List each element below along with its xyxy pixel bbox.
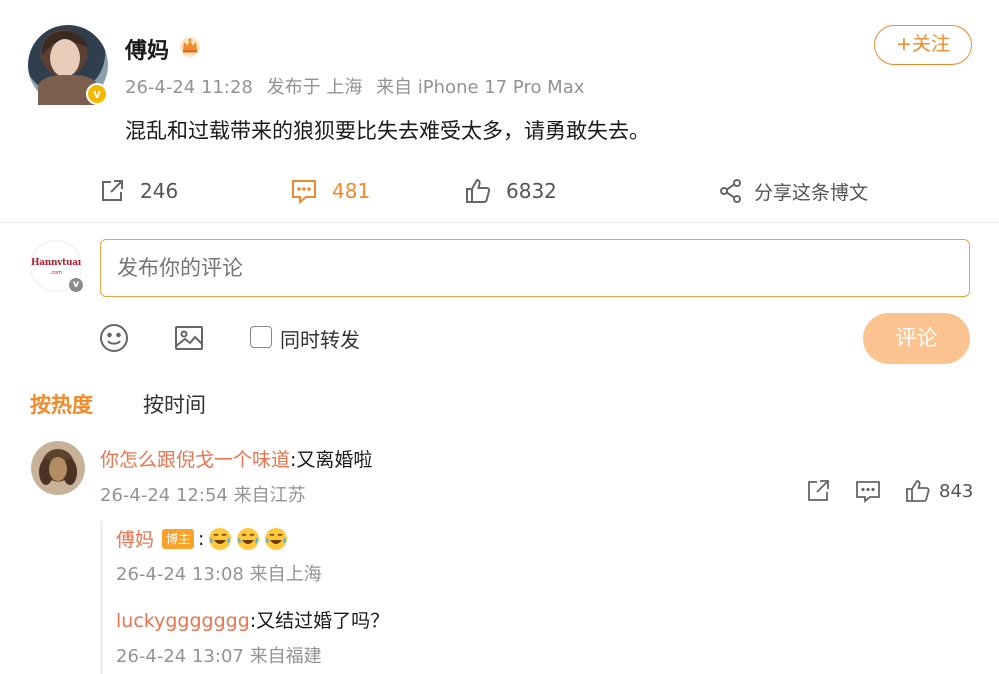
- user-badge-icon: v: [67, 276, 85, 294]
- host-badge: 博主: [162, 528, 195, 549]
- reply-separator: :: [198, 527, 205, 550]
- like-button[interactable]: 6832: [464, 176, 557, 206]
- submit-comment-button[interactable]: 评论: [863, 313, 970, 364]
- comment-meta: 26-4-24 12:54 来自江苏: [100, 481, 306, 507]
- divider: [0, 222, 999, 223]
- repost-icon: [102, 180, 123, 201]
- source-prefix: 来自: [376, 77, 413, 98]
- post-device: iPhone 17 Pro Max: [417, 77, 585, 98]
- reply-text: 又结过婚了吗？: [256, 610, 390, 632]
- image-icon[interactable]: [173, 322, 205, 354]
- reply-line: luckyggggggg:又结过婚了吗？: [116, 606, 389, 633]
- comment-repost-icon[interactable]: [805, 478, 831, 504]
- laugh-cry-icon: [265, 527, 288, 550]
- reply-source: 来自福建: [249, 646, 322, 667]
- author-name[interactable]: 傅妈: [125, 33, 169, 65]
- commenter-avatar[interactable]: [31, 441, 85, 495]
- comment-source: 来自江苏: [233, 485, 306, 506]
- like-count: 6832: [506, 179, 557, 203]
- reply-time: 26-4-24 13:08: [116, 564, 244, 585]
- commenter-name[interactable]: 你怎么跟倪戈一个味道: [100, 449, 290, 471]
- tab-sort-time[interactable]: 按时间: [143, 389, 206, 419]
- repost-button[interactable]: 246: [98, 176, 178, 206]
- avatar-detail: [49, 457, 67, 481]
- comment-like-count: 843: [939, 481, 974, 502]
- share-label: 分享这条博文: [754, 181, 869, 204]
- emoji-icon[interactable]: [98, 322, 130, 354]
- avatar-logo-sub: .com: [49, 270, 63, 276]
- reply-line: 傅妈 博主 :: [116, 525, 288, 552]
- comment-input[interactable]: [100, 239, 970, 297]
- comment-line: 你怎么跟倪戈一个味道:又离婚啦: [100, 445, 372, 472]
- repost-checkbox[interactable]: [250, 326, 272, 348]
- comment-text: 又离婚啦: [296, 449, 373, 471]
- follow-button[interactable]: +关注: [874, 25, 972, 65]
- verified-badge-icon: v: [86, 83, 108, 105]
- repost-count: 246: [140, 179, 179, 203]
- comment-like-icon[interactable]: [905, 478, 931, 504]
- post-time[interactable]: 26-4-24 11:28: [125, 77, 253, 98]
- reply-time: 26-4-24 13:07: [116, 646, 244, 667]
- laugh-cry-icon: [209, 527, 232, 550]
- comment-icon: [292, 180, 316, 205]
- comment-reply-icon[interactable]: [855, 478, 881, 504]
- post-location: 上海: [326, 77, 363, 98]
- comment-count: 481: [332, 179, 371, 203]
- crown-icon: [180, 37, 200, 57]
- reply-meta: 26-4-24 13:08 来自上海: [116, 560, 322, 586]
- share-icon: [720, 179, 741, 203]
- post-text: 混乱和过载带来的狼狈要比失去难受太多，请勇敢失去。: [125, 119, 650, 143]
- laugh-cry-icon: [237, 527, 260, 550]
- comment-button[interactable]: 481: [290, 176, 370, 206]
- reply-author-name[interactable]: luckyggggggg: [116, 610, 250, 632]
- post-meta: 26-4-24 11:28 发布于 上海 来自 iPhone 17 Pro Ma…: [125, 73, 584, 99]
- reply-author-name[interactable]: 傅妈: [116, 525, 154, 552]
- reply-meta: 26-4-24 13:07 来自福建: [116, 642, 322, 668]
- comment-time: 26-4-24 12:54: [100, 485, 228, 506]
- share-button[interactable]: 分享这条博文: [718, 176, 868, 206]
- avatar-face: [50, 39, 80, 77]
- published-in-prefix: 发布于: [266, 77, 321, 98]
- thumbs-up-icon: [466, 178, 491, 203]
- tab-sort-hot[interactable]: 按热度: [30, 389, 93, 419]
- reply-source: 来自上海: [249, 564, 322, 585]
- repost-checkbox-label[interactable]: 同时转发: [280, 324, 360, 353]
- avatar-logo-text: Hannvtuan: [31, 258, 82, 268]
